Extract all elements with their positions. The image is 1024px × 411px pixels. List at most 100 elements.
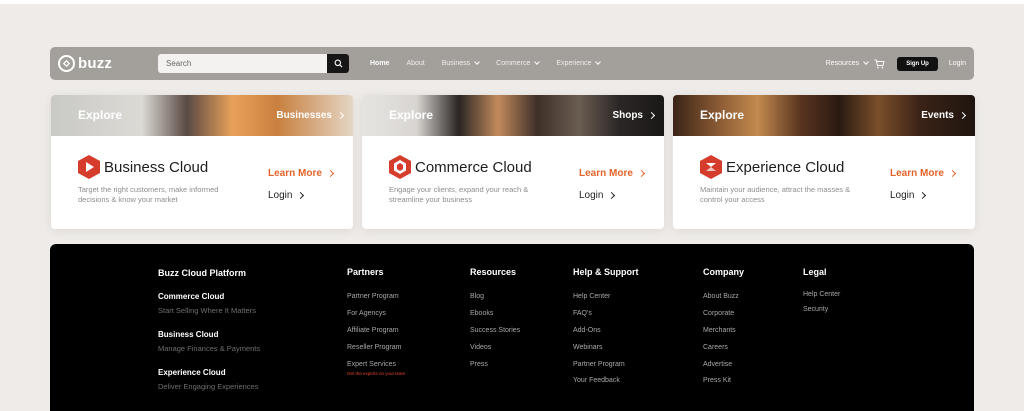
chevron-right-icon <box>958 111 967 120</box>
site-footer: Buzz Cloud Platform Commerce Cloud Start… <box>50 244 974 411</box>
footer-link[interactable]: Careers <box>703 344 728 351</box>
footer-link[interactable]: Add-Ons <box>573 327 601 334</box>
chevron-down-icon <box>534 59 541 65</box>
footer-link[interactable]: Videos <box>470 344 491 351</box>
footer-link[interactable]: Corporate <box>703 310 734 317</box>
nav-about[interactable]: About <box>406 60 424 67</box>
business-cloud-logo-icon <box>78 155 100 179</box>
learn-more-link[interactable]: Learn More <box>268 168 334 179</box>
logo-text: buzz <box>78 55 113 72</box>
footer-link[interactable]: FAQ's <box>573 310 592 317</box>
main-nav-links: Home About Business Commerce Experience <box>370 47 617 80</box>
nav-commerce-label: Commerce <box>496 60 531 67</box>
login-label: Login <box>890 190 915 201</box>
footer-link[interactable]: Advertise <box>703 361 732 368</box>
footer-link[interactable]: Webinars <box>573 344 602 351</box>
footer-link[interactable]: Press Kit <box>703 377 731 384</box>
footer-product-link[interactable]: Experience Cloud <box>158 368 226 377</box>
nav-experience[interactable]: Experience <box>556 59 602 67</box>
card-description: Target the right customers, make informe… <box>78 185 219 204</box>
card-body: Experience Cloud Maintain your audience,… <box>673 136 975 229</box>
banner-explore-label: Explore <box>389 108 434 122</box>
banner-link-label: Shops <box>612 110 643 121</box>
banner-explore-label: Explore <box>700 108 745 122</box>
card-login-link[interactable]: Login <box>579 190 616 201</box>
chevron-down-icon <box>595 59 602 65</box>
chevron-right-icon <box>297 191 305 200</box>
footer-link[interactable]: Partner Program <box>573 361 625 368</box>
footer-link[interactable]: Affiliate Program <box>347 327 399 334</box>
footer-link[interactable]: Success Stories <box>470 327 520 334</box>
banner-events-link[interactable]: Events <box>921 110 967 121</box>
nav-commerce[interactable]: Commerce <box>496 59 541 67</box>
footer-link[interactable]: Your Feedback <box>573 377 620 384</box>
card-login-link[interactable]: Login <box>268 190 305 201</box>
business-banner-image[interactable]: Explore Businesses <box>51 95 353 136</box>
footer-product-link[interactable]: Business Cloud <box>158 330 218 339</box>
login-label: Login <box>579 190 604 201</box>
nav-experience-label: Experience <box>556 60 592 67</box>
learn-more-link[interactable]: Learn More <box>579 168 645 179</box>
nav-right: Resources Sign Up Login <box>826 47 966 80</box>
learn-more-label: Learn More <box>268 168 322 179</box>
footer-link[interactable]: For Agencys <box>347 310 386 317</box>
footer-link[interactable]: Partner Program <box>347 293 399 300</box>
buzz-logo[interactable]: buzz <box>58 55 112 72</box>
footer-link[interactable]: About Buzz <box>703 293 739 300</box>
events-banner-image[interactable]: Explore Events <box>673 95 975 136</box>
card-body: Business Cloud Target the right customer… <box>51 136 353 229</box>
commerce-cloud-logo-icon <box>389 155 411 179</box>
card-description: Maintain your audience, attract the mass… <box>700 185 851 204</box>
card-title: Experience Cloud <box>726 158 845 176</box>
signup-button[interactable]: Sign Up <box>897 56 938 71</box>
search-icon <box>334 59 342 68</box>
chevron-down-icon <box>474 59 480 65</box>
chevron-right-icon <box>919 191 927 200</box>
learn-more-link[interactable]: Learn More <box>890 168 956 179</box>
business-cloud-card: Explore Businesses Business Cloud Target… <box>51 95 353 229</box>
footer-heading: Resources <box>470 267 517 277</box>
footer-product-link[interactable]: Commerce Cloud <box>158 292 224 301</box>
chevron-right-icon <box>608 191 616 200</box>
search-button[interactable] <box>327 54 349 73</box>
footer-note: Get the experts on your team <box>347 371 406 376</box>
top-navbar: buzz Home About Business Commerce Experi… <box>50 47 974 80</box>
shops-banner-image[interactable]: Explore Shops <box>362 95 664 136</box>
top-band <box>0 0 1024 4</box>
banner-link-label: Businesses <box>276 110 332 121</box>
nav-resources[interactable]: Resources <box>825 59 870 67</box>
footer-link[interactable]: Ebooks <box>470 310 493 317</box>
card-login-link[interactable]: Login <box>890 190 927 201</box>
commerce-cloud-brand: Commerce Cloud <box>389 155 532 179</box>
card-title: Commerce Cloud <box>415 158 532 176</box>
footer-link[interactable]: Security <box>803 306 828 313</box>
footer-link[interactable]: Reseller Program <box>347 344 401 351</box>
commerce-cloud-card: Explore Shops Commerce Cloud Engage your… <box>362 95 664 229</box>
nav-login-link[interactable]: Login <box>949 60 966 67</box>
footer-link[interactable]: Help Center <box>803 291 840 298</box>
footer-link[interactable]: Blog <box>470 293 484 300</box>
nav-resources-label: Resources <box>825 60 860 67</box>
chevron-right-icon <box>326 169 334 178</box>
footer-heading: Legal <box>803 267 827 277</box>
footer-link[interactable]: Expert Services <box>347 361 396 368</box>
search-input[interactable] <box>158 54 327 73</box>
footer-product-tagline: Start Selling Where It Matters <box>158 306 256 315</box>
nav-business[interactable]: Business <box>442 59 480 67</box>
business-cloud-brand: Business Cloud <box>78 155 208 179</box>
card-title: Business Cloud <box>104 158 209 176</box>
footer-link[interactable]: Press <box>470 361 488 368</box>
learn-more-label: Learn More <box>579 168 633 179</box>
footer-heading: Company <box>703 267 745 277</box>
footer-link[interactable]: Merchants <box>703 327 736 334</box>
card-body: Commerce Cloud Engage your clients, expa… <box>362 136 664 229</box>
footer-link[interactable]: Help Center <box>573 293 610 300</box>
cart-icon[interactable] <box>874 59 885 69</box>
footer-heading: Partners <box>347 267 384 277</box>
banner-link-label: Events <box>921 110 954 121</box>
banner-businesses-link[interactable]: Businesses <box>276 110 345 121</box>
card-description: Engage your clients, expand your reach &… <box>389 185 529 204</box>
experience-cloud-brand: Experience Cloud <box>700 155 844 179</box>
banner-shops-link[interactable]: Shops <box>612 110 656 121</box>
nav-home[interactable]: Home <box>370 60 389 67</box>
